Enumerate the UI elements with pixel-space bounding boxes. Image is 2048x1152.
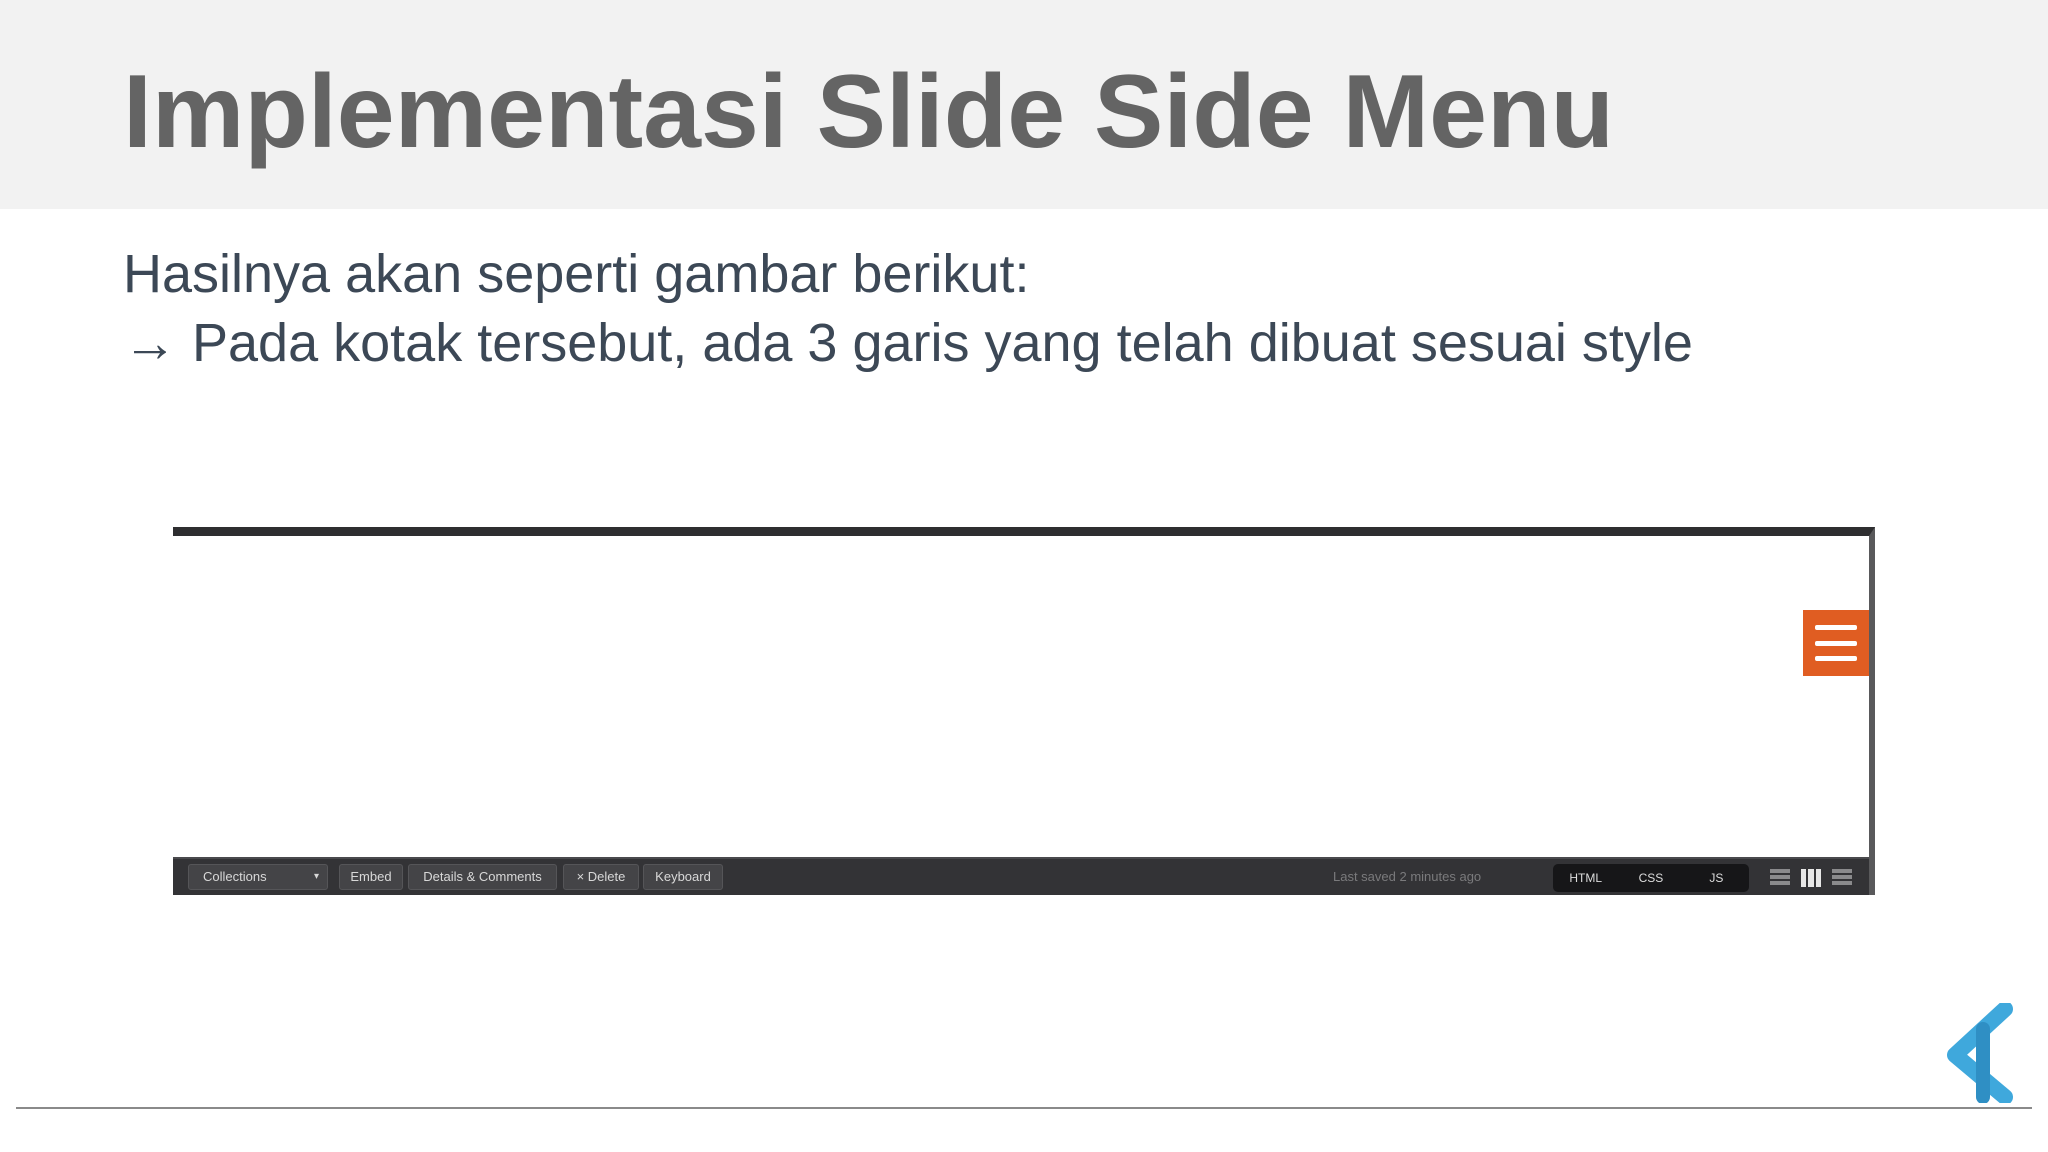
preview-screenshot: Collections ▾ Embed Details & Comments ×… bbox=[173, 527, 1875, 895]
chevron-down-icon: ▾ bbox=[313, 871, 319, 882]
collections-label: Collections bbox=[203, 869, 267, 884]
tab-css[interactable]: CSS bbox=[1618, 871, 1683, 885]
tab-js[interactable]: JS bbox=[1684, 871, 1749, 885]
layout-left-icon[interactable] bbox=[1770, 869, 1790, 887]
body-text: Hasilnya akan seperti gambar berikut: → … bbox=[123, 240, 1693, 378]
footer-divider bbox=[16, 1107, 2032, 1109]
slide: Implementasi Slide Side Menu Hasilnya ak… bbox=[0, 0, 2048, 1152]
layout-right-icon[interactable] bbox=[1832, 869, 1852, 887]
collections-dropdown[interactable]: Collections ▾ bbox=[188, 864, 328, 890]
hamburger-bar bbox=[1815, 656, 1857, 661]
delete-button[interactable]: × Delete bbox=[563, 864, 639, 890]
tab-html[interactable]: HTML bbox=[1553, 871, 1618, 885]
embed-button[interactable]: Embed bbox=[339, 864, 403, 890]
details-comments-button[interactable]: Details & Comments bbox=[408, 864, 557, 890]
editor-footer-bar: Collections ▾ Embed Details & Comments ×… bbox=[173, 857, 1869, 895]
hamburger-bar bbox=[1815, 625, 1857, 630]
title-bar: Implementasi Slide Side Menu bbox=[0, 0, 2048, 209]
hamburger-icon[interactable] bbox=[1803, 610, 1869, 676]
body-line-1: Hasilnya akan seperti gambar berikut: bbox=[123, 244, 1030, 304]
view-toggle: HTML CSS JS bbox=[1553, 864, 1749, 892]
hamburger-bar bbox=[1815, 640, 1857, 646]
saved-status: Last saved 2 minutes ago bbox=[1333, 869, 1482, 884]
body-line-2: → Pada kotak tersebut, ada 3 garis yang … bbox=[123, 313, 1693, 373]
slide-title: Implementasi Slide Side Menu bbox=[123, 54, 1615, 170]
layout-top-icon[interactable] bbox=[1801, 869, 1821, 887]
keyboard-button[interactable]: Keyboard bbox=[643, 864, 723, 890]
brand-logo-icon bbox=[1947, 1003, 2013, 1103]
